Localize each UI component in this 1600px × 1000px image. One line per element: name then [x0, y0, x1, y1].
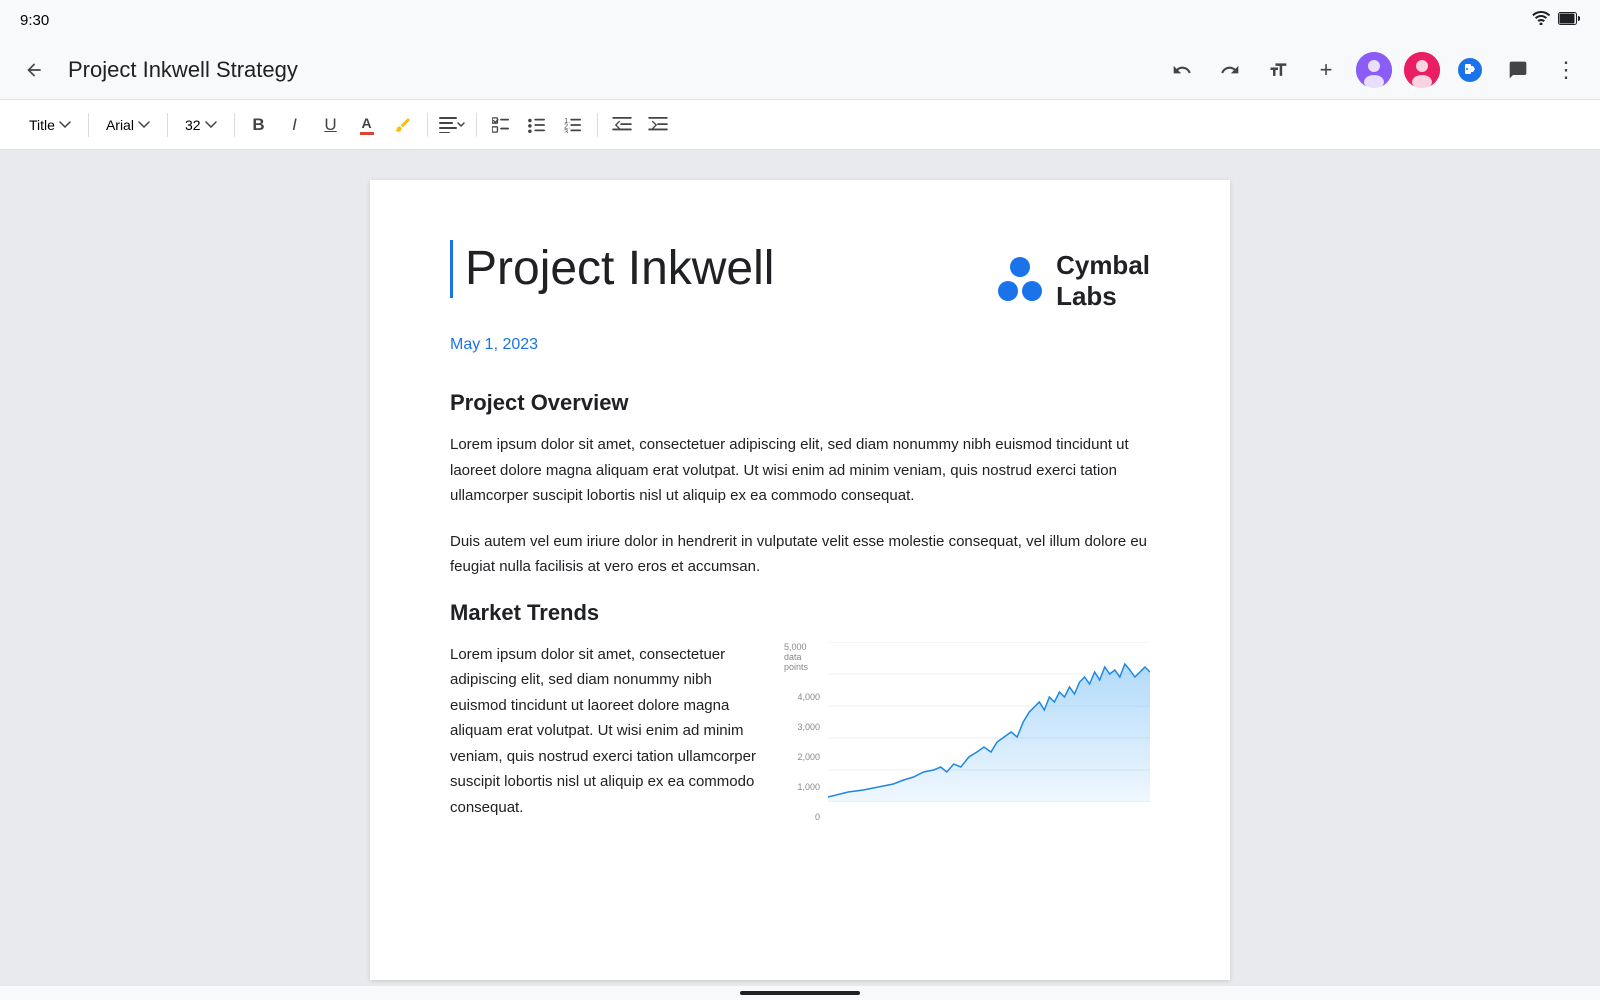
cymbal-dot-3 [1022, 281, 1042, 301]
cymbal-logo: CymbalLabs [996, 240, 1150, 312]
document-title: Project Inkwell Strategy [68, 57, 1148, 83]
align-button[interactable] [436, 109, 468, 141]
y-label-4: 4,000 [797, 692, 820, 702]
section-heading-market: Market Trends [450, 600, 1150, 626]
avatar-user1[interactable] [1356, 52, 1392, 88]
y-label-1: 1,000 [797, 782, 820, 792]
format-toolbar: Title Arial 32 B I U A [0, 100, 1600, 150]
font-size-select[interactable]: 32 [176, 109, 226, 141]
redo-button[interactable] [1212, 52, 1248, 88]
overview-paragraph-2[interactable]: Duis autem vel eum iriure dolor in hendr… [450, 529, 1150, 580]
divider4 [427, 113, 428, 137]
divider1 [88, 113, 89, 137]
bottom-bar [0, 986, 1600, 1000]
divider5 [476, 113, 477, 137]
section-heading-overview: Project Overview [450, 390, 1150, 416]
wifi-icon [1532, 11, 1550, 29]
svg-text:3.: 3. [564, 127, 570, 132]
more-button[interactable]: ⋮ [1548, 52, 1584, 88]
market-trends-section: Lorem ipsum dolor sit amet, consectetuer… [450, 642, 1150, 841]
share-button[interactable] [1452, 52, 1488, 88]
market-paragraph-1[interactable]: Lorem ipsum dolor sit amet, consectetuer… [450, 642, 760, 821]
avatar-user2[interactable] [1404, 52, 1440, 88]
chart-y-axis: 5,000 data points 4,000 3,000 2,000 1,00… [784, 642, 824, 822]
checklist-button[interactable] [485, 109, 517, 141]
market-text: Lorem ipsum dolor sit amet, consectetuer… [450, 642, 760, 841]
y-label-2: 2,000 [797, 752, 820, 762]
undo-button[interactable] [1164, 52, 1200, 88]
doc-date: May 1, 2023 [450, 336, 1150, 354]
document-area: Project Inkwell CymbalLabs May 1, 2023 P… [0, 150, 1600, 986]
outdent-button[interactable] [606, 109, 638, 141]
text-size-button[interactable] [1260, 52, 1296, 88]
top-toolbar: Project Inkwell Strategy + [0, 40, 1600, 100]
battery-icon [1558, 12, 1580, 29]
back-button[interactable] [16, 52, 52, 88]
doc-main-title[interactable]: Project Inkwell [450, 240, 774, 298]
italic-button[interactable]: I [279, 109, 311, 141]
cymbal-dots-icon [996, 257, 1044, 305]
add-button[interactable]: + [1308, 52, 1344, 88]
scroll-indicator [740, 991, 860, 995]
cymbal-logo-text: CymbalLabs [1056, 250, 1150, 312]
font-select[interactable]: Arial [97, 109, 159, 141]
divider3 [234, 113, 235, 137]
document-page[interactable]: Project Inkwell CymbalLabs May 1, 2023 P… [370, 180, 1230, 980]
text-color-button[interactable]: A [351, 109, 383, 141]
time-display: 9:30 [20, 12, 49, 29]
bold-button[interactable]: B [243, 109, 275, 141]
y-label-top: 5,000 data points [784, 642, 820, 672]
indent-button[interactable] [642, 109, 674, 141]
underline-button[interactable]: U [315, 109, 347, 141]
line-chart-svg [828, 642, 1150, 802]
cymbal-dot-1 [1010, 257, 1030, 277]
y-label-0: 0 [815, 812, 820, 822]
divider6 [597, 113, 598, 137]
bullet-list-button[interactable] [521, 109, 553, 141]
highlight-button[interactable] [387, 109, 419, 141]
doc-header: Project Inkwell CymbalLabs [450, 240, 1150, 312]
market-chart: 5,000 data points 4,000 3,000 2,000 1,00… [784, 642, 1150, 822]
chart-container: 5,000 data points 4,000 3,000 2,000 1,00… [784, 642, 1150, 822]
y-label-3: 3,000 [797, 722, 820, 732]
toolbar-actions: + ⋮ [1164, 52, 1584, 88]
status-bar: 9:30 [0, 0, 1600, 40]
overview-paragraph-1[interactable]: Lorem ipsum dolor sit amet, consectetuer… [450, 432, 1150, 509]
style-select[interactable]: Title [20, 109, 80, 141]
status-icons [1532, 11, 1580, 29]
numbered-list-button[interactable]: 1. 2. 3. [557, 109, 589, 141]
comment-button[interactable] [1500, 52, 1536, 88]
divider2 [167, 113, 168, 137]
cymbal-dot-2 [998, 281, 1018, 301]
